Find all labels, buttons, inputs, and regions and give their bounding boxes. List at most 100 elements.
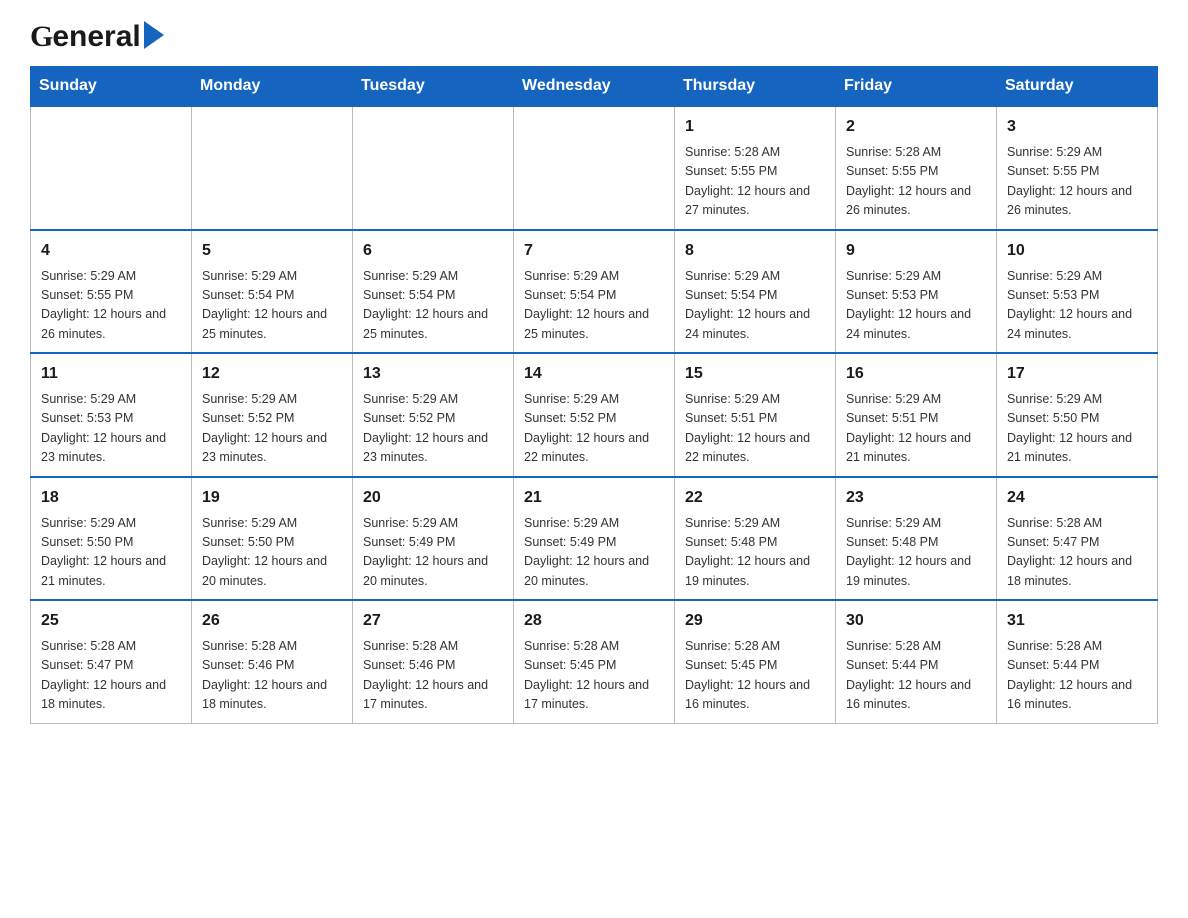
day-number: 5	[202, 239, 342, 263]
day-info: Sunrise: 5:29 AM Sunset: 5:50 PM Dayligh…	[202, 514, 342, 592]
calendar-cell: 14 Sunrise: 5:29 AM Sunset: 5:52 PM Dayli…	[514, 353, 675, 477]
day-number: 18	[41, 486, 181, 510]
day-info: Sunrise: 5:28 AM Sunset: 5:55 PM Dayligh…	[685, 143, 825, 221]
day-info: Sunrise: 5:29 AM Sunset: 5:49 PM Dayligh…	[524, 514, 664, 592]
weekday-header-sunday: Sunday	[31, 67, 192, 107]
day-info: Sunrise: 5:29 AM Sunset: 5:52 PM Dayligh…	[524, 390, 664, 468]
day-number: 23	[846, 486, 986, 510]
day-number: 6	[363, 239, 503, 263]
calendar-cell: 26Sunrise: 5:28 AM Sunset: 5:46 PM Dayli…	[192, 600, 353, 723]
day-info: Sunrise: 5:28 AM Sunset: 5:45 PM Dayligh…	[685, 637, 825, 715]
calendar-cell	[353, 106, 514, 230]
day-info: Sunrise: 5:29 AM Sunset: 5:53 PM Dayligh…	[1007, 267, 1147, 345]
logo-arrow-icon	[144, 21, 164, 49]
logo-eneral: eneral	[52, 20, 140, 54]
day-number: 8	[685, 239, 825, 263]
day-info: Sunrise: 5:29 AM Sunset: 5:52 PM Dayligh…	[202, 390, 342, 468]
calendar-cell: 9Sunrise: 5:29 AM Sunset: 5:53 PM Daylig…	[836, 230, 997, 354]
day-info: Sunrise: 5:28 AM Sunset: 5:44 PM Dayligh…	[1007, 637, 1147, 715]
calendar-cell: 31 Sunrise: 5:28 AM Sunset: 5:44 PM Dayli…	[997, 600, 1158, 723]
day-number: 20	[363, 486, 503, 510]
day-number: 14	[524, 362, 664, 386]
day-number: 17	[1007, 362, 1147, 386]
week-row-1: 1 Sunrise: 5:28 AM Sunset: 5:55 PM Daylig…	[31, 106, 1158, 230]
calendar-cell: 25Sunrise: 5:28 AM Sunset: 5:47 PM Dayli…	[31, 600, 192, 723]
week-row-3: 11 Sunrise: 5:29 AM Sunset: 5:53 PM Dayli…	[31, 353, 1158, 477]
day-info: Sunrise: 5:29 AM Sunset: 5:51 PM Dayligh…	[685, 390, 825, 468]
calendar-cell: 8 Sunrise: 5:29 AM Sunset: 5:54 PM Daylig…	[675, 230, 836, 354]
day-info: Sunrise: 5:29 AM Sunset: 5:51 PM Dayligh…	[846, 390, 986, 468]
day-number: 21	[524, 486, 664, 510]
calendar-cell: 23 Sunrise: 5:29 AM Sunset: 5:48 PM Dayli…	[836, 477, 997, 601]
day-info: Sunrise: 5:29 AM Sunset: 5:49 PM Dayligh…	[363, 514, 503, 592]
day-info: Sunrise: 5:28 AM Sunset: 5:44 PM Dayligh…	[846, 637, 986, 715]
day-info: Sunrise: 5:28 AM Sunset: 5:45 PM Dayligh…	[524, 637, 664, 715]
day-number: 4	[41, 239, 181, 263]
calendar-cell: 29 Sunrise: 5:28 AM Sunset: 5:45 PM Dayli…	[675, 600, 836, 723]
calendar-cell	[514, 106, 675, 230]
day-number: 12	[202, 362, 342, 386]
day-info: Sunrise: 5:29 AM Sunset: 5:48 PM Dayligh…	[846, 514, 986, 592]
day-number: 29	[685, 609, 825, 633]
day-number: 2	[846, 115, 986, 139]
day-number: 24	[1007, 486, 1147, 510]
day-info: Sunrise: 5:29 AM Sunset: 5:52 PM Dayligh…	[363, 390, 503, 468]
calendar-cell: 7 Sunrise: 5:29 AM Sunset: 5:54 PM Daylig…	[514, 230, 675, 354]
calendar-cell: 30Sunrise: 5:28 AM Sunset: 5:44 PM Dayli…	[836, 600, 997, 723]
day-number: 25	[41, 609, 181, 633]
day-number: 28	[524, 609, 664, 633]
day-number: 15	[685, 362, 825, 386]
day-info: Sunrise: 5:28 AM Sunset: 5:46 PM Dayligh…	[363, 637, 503, 715]
weekday-header-tuesday: Tuesday	[353, 67, 514, 107]
calendar-cell: 24 Sunrise: 5:28 AM Sunset: 5:47 PM Dayli…	[997, 477, 1158, 601]
day-info: Sunrise: 5:28 AM Sunset: 5:46 PM Dayligh…	[202, 637, 342, 715]
calendar-cell: 13 Sunrise: 5:29 AM Sunset: 5:52 PM Dayli…	[353, 353, 514, 477]
weekday-header-thursday: Thursday	[675, 67, 836, 107]
weekday-header-saturday: Saturday	[997, 67, 1158, 107]
day-number: 11	[41, 362, 181, 386]
day-number: 19	[202, 486, 342, 510]
calendar-cell: 17 Sunrise: 5:29 AM Sunset: 5:50 PM Dayli…	[997, 353, 1158, 477]
calendar-cell: 21 Sunrise: 5:29 AM Sunset: 5:49 PM Dayli…	[514, 477, 675, 601]
day-number: 10	[1007, 239, 1147, 263]
day-info: Sunrise: 5:29 AM Sunset: 5:54 PM Dayligh…	[524, 267, 664, 345]
calendar-cell: 18Sunrise: 5:29 AM Sunset: 5:50 PM Dayli…	[31, 477, 192, 601]
day-number: 1	[685, 115, 825, 139]
logo: G eneral	[30, 20, 164, 48]
weekday-header-row: SundayMondayTuesdayWednesdayThursdayFrid…	[31, 67, 1158, 107]
calendar-cell: 16 Sunrise: 5:29 AM Sunset: 5:51 PM Dayli…	[836, 353, 997, 477]
day-number: 13	[363, 362, 503, 386]
calendar-cell: 27 Sunrise: 5:28 AM Sunset: 5:46 PM Dayli…	[353, 600, 514, 723]
calendar-cell	[31, 106, 192, 230]
day-number: 9	[846, 239, 986, 263]
day-info: Sunrise: 5:29 AM Sunset: 5:54 PM Dayligh…	[363, 267, 503, 345]
day-info: Sunrise: 5:28 AM Sunset: 5:55 PM Dayligh…	[846, 143, 986, 221]
day-info: Sunrise: 5:29 AM Sunset: 5:55 PM Dayligh…	[1007, 143, 1147, 221]
week-row-4: 18 Sunrise: 5:29 AM Sunset: 5:50 PM Dayli…	[31, 477, 1158, 601]
day-number: 3	[1007, 115, 1147, 139]
calendar-cell: 1 Sunrise: 5:28 AM Sunset: 5:55 PM Daylig…	[675, 106, 836, 230]
day-number: 31	[1007, 609, 1147, 633]
week-row-5: 25Sunrise: 5:28 AM Sunset: 5:47 PM Dayli…	[31, 600, 1158, 723]
day-info: Sunrise: 5:29 AM Sunset: 5:53 PM Dayligh…	[41, 390, 181, 468]
day-number: 22	[685, 486, 825, 510]
calendar-cell: 12 Sunrise: 5:29 AM Sunset: 5:52 PM Dayli…	[192, 353, 353, 477]
calendar-cell: 5 Sunrise: 5:29 AM Sunset: 5:54 PM Daylig…	[192, 230, 353, 354]
day-number: 16	[846, 362, 986, 386]
day-info: Sunrise: 5:28 AM Sunset: 5:47 PM Dayligh…	[1007, 514, 1147, 592]
calendar-table: SundayMondayTuesdayWednesdayThursdayFrid…	[30, 66, 1158, 724]
calendar-cell: 4Sunrise: 5:29 AM Sunset: 5:55 PM Daylig…	[31, 230, 192, 354]
calendar-cell: 19 Sunrise: 5:29 AM Sunset: 5:50 PM Dayli…	[192, 477, 353, 601]
day-info: Sunrise: 5:29 AM Sunset: 5:54 PM Dayligh…	[202, 267, 342, 345]
day-info: Sunrise: 5:29 AM Sunset: 5:48 PM Dayligh…	[685, 514, 825, 592]
day-info: Sunrise: 5:29 AM Sunset: 5:50 PM Dayligh…	[1007, 390, 1147, 468]
calendar-cell: 3 Sunrise: 5:29 AM Sunset: 5:55 PM Daylig…	[997, 106, 1158, 230]
day-info: Sunrise: 5:29 AM Sunset: 5:54 PM Dayligh…	[685, 267, 825, 345]
calendar-cell	[192, 106, 353, 230]
calendar-cell: 22 Sunrise: 5:29 AM Sunset: 5:48 PM Dayli…	[675, 477, 836, 601]
calendar-cell: 10 Sunrise: 5:29 AM Sunset: 5:53 PM Dayli…	[997, 230, 1158, 354]
weekday-header-wednesday: Wednesday	[514, 67, 675, 107]
day-number: 7	[524, 239, 664, 263]
weekday-header-friday: Friday	[836, 67, 997, 107]
day-number: 27	[363, 609, 503, 633]
